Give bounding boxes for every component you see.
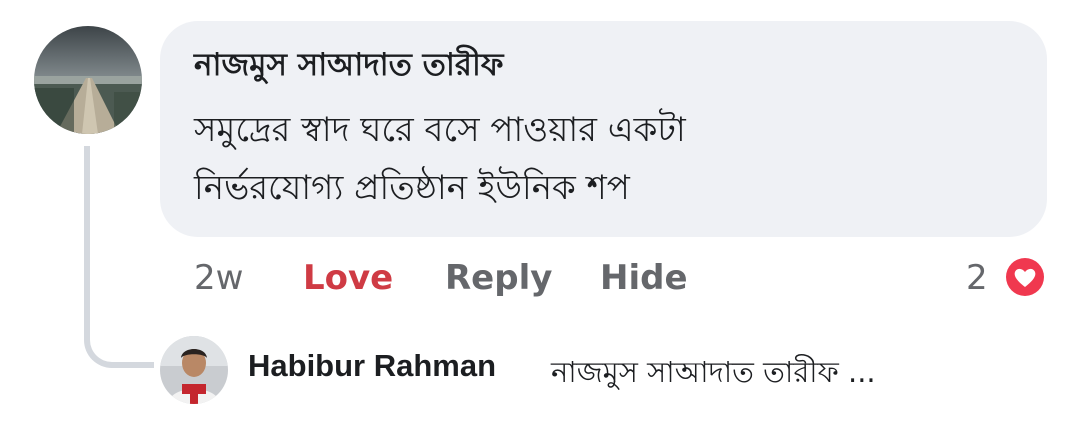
comment-body: সমুদ্রের স্বাদ ঘরে বসে পাওয়ার একটা নির্… xyxy=(194,101,1014,217)
comment-bubble: নাজমুস সাআদাত তারীফ সমুদ্রের স্বাদ ঘরে ব… xyxy=(160,21,1047,237)
hide-button[interactable]: Hide xyxy=(600,256,688,300)
reply-author-avatar[interactable] xyxy=(160,336,228,404)
love-button[interactable]: Love xyxy=(303,256,393,300)
reaction-count[interactable]: 2 xyxy=(966,256,988,300)
comment-thread: নাজমুস সাআদাত তারীফ সমুদ্রের স্বাদ ঘরে ব… xyxy=(0,0,1080,421)
love-heart-icon[interactable] xyxy=(1002,254,1048,300)
comment-line: সমুদ্রের স্বাদ ঘরে বসে পাওয়ার একটা xyxy=(194,110,686,150)
person-photo-avatar xyxy=(160,336,228,404)
reply-button[interactable]: Reply xyxy=(445,256,552,300)
thread-connector-line xyxy=(84,146,154,368)
reply-author-name[interactable]: Habibur Rahman xyxy=(248,348,496,384)
comment-timestamp[interactable]: 2w xyxy=(194,256,243,300)
commenter-avatar[interactable] xyxy=(34,26,142,134)
reply-preview-text[interactable]: নাজমুস সাআদাত তারীফ ... xyxy=(551,350,876,399)
comment-line: নির্ভরযোগ্য প্রতিষ্ঠান ইউনিক শপ xyxy=(194,168,630,208)
comment-author-name[interactable]: নাজমুস সাআদাত তারীফ xyxy=(194,41,504,93)
pier-sea-photo-avatar xyxy=(34,26,142,134)
